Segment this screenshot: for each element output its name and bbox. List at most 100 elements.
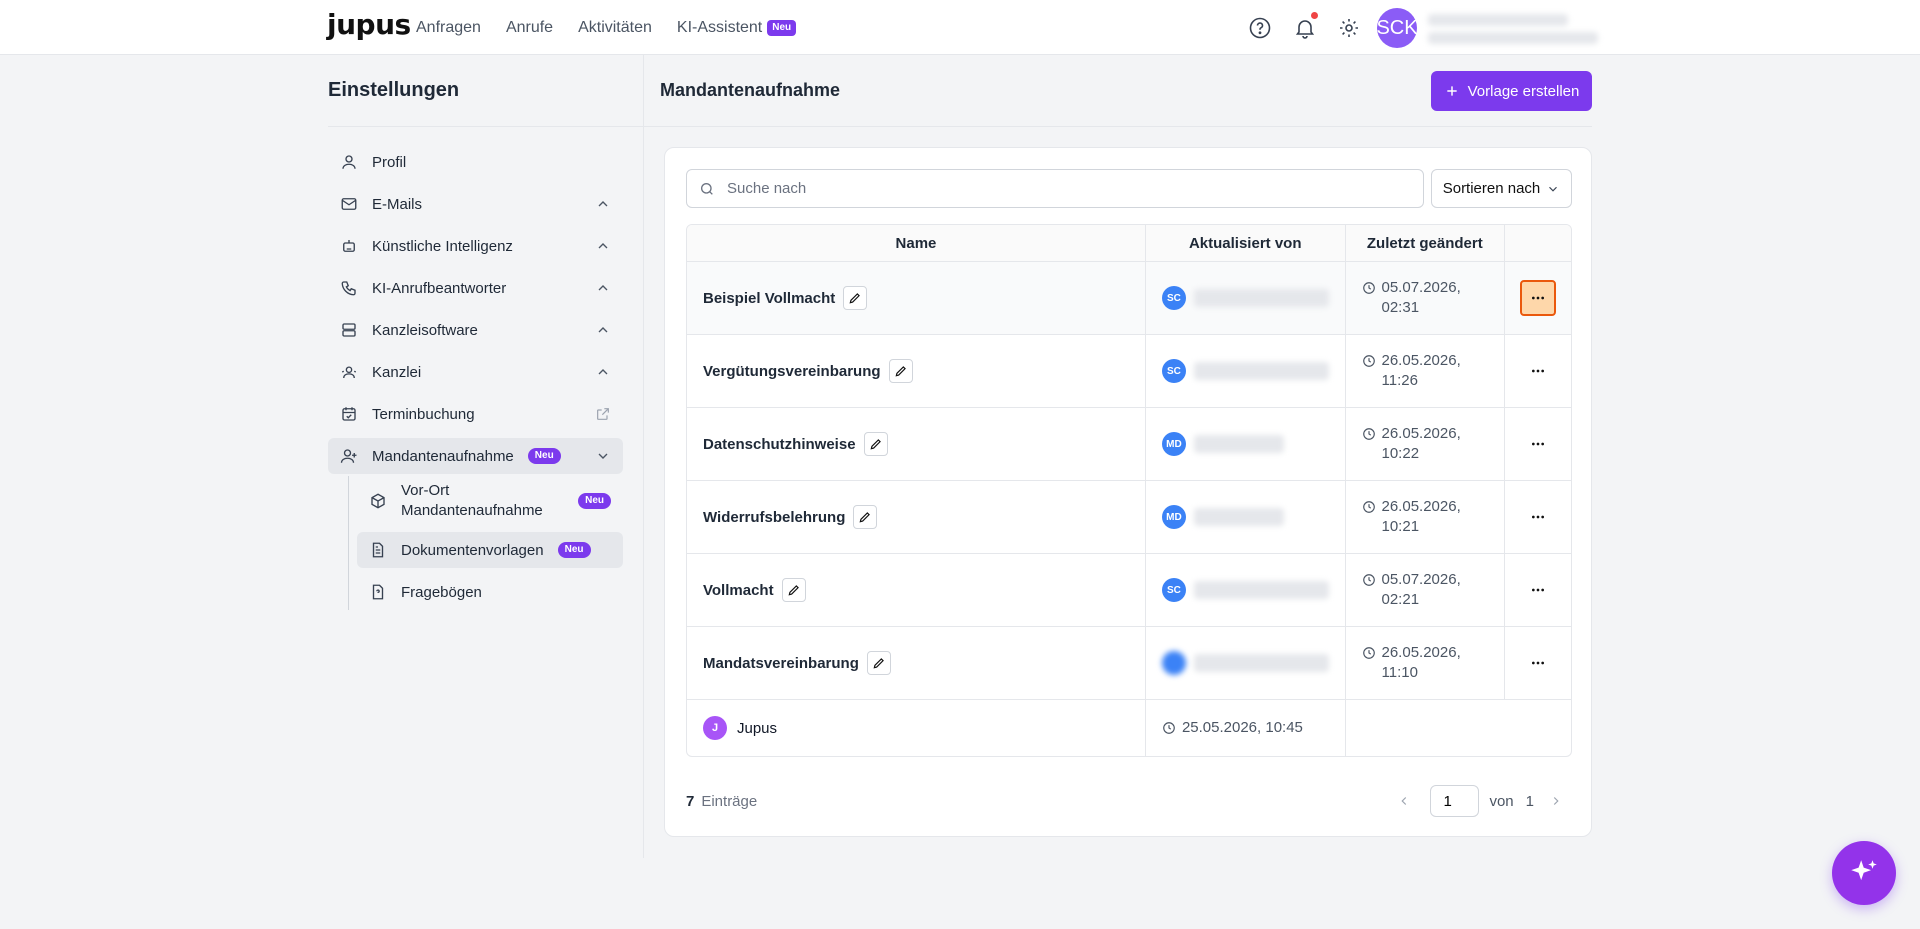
sidebar-subitem-vor-ort[interactable]: Vor-Ort Mandantenaufnahme Neu (357, 476, 623, 526)
table-row[interactable]: Beispiel Vollmacht SC 05.07.2026, 02:31 (687, 262, 1571, 335)
chevron-right-icon[interactable] (1540, 785, 1572, 817)
template-name[interactable]: Vergütungsvereinbarung (703, 363, 881, 380)
sidebar-subitem-dokumentenvorlagen[interactable]: Dokumentenvorlagen Neu (357, 532, 623, 568)
notification-dot (1311, 12, 1318, 19)
app-logo[interactable]: jupus (327, 8, 411, 41)
sidebar-item-terminbuchung[interactable]: Terminbuchung (328, 396, 623, 432)
date-text: 05.07.2026, (1381, 571, 1461, 588)
sidebar-item-kanzleisoftware[interactable]: Kanzleisoftware (328, 312, 623, 348)
redacted-user-name (1193, 654, 1329, 672)
nav-label: KI-Assistent (676, 18, 763, 36)
user-avatar: MD (1161, 505, 1186, 529)
sidebar-subitem-frageboegen[interactable]: Fragebögen (357, 574, 623, 610)
last-modified-cell: 26.05.2026, 11:10 (1346, 627, 1506, 699)
more-actions-button[interactable] (1520, 353, 1556, 389)
last-modified-cell: 26.05.2026, 10:21 (1346, 481, 1506, 553)
more-actions-button[interactable] (1520, 645, 1556, 681)
phone-icon (340, 279, 358, 297)
edit-name-button[interactable] (866, 651, 891, 675)
template-name[interactable]: Mandatsvereinbarung (703, 655, 859, 672)
sort-label: Sortieren nach (1442, 180, 1541, 197)
user-avatar[interactable]: SCK (1376, 8, 1418, 48)
chevron-left-icon[interactable] (1388, 785, 1420, 817)
templates-table: Name Aktualisiert von Zuletzt geändert B… (686, 224, 1572, 757)
name-cell: J Jupus (687, 700, 1146, 756)
datetime: 26.05.2026, 11:26 (1362, 351, 1461, 391)
user-avatar: SC (1161, 286, 1186, 310)
sidebar-item-anrufbeantworter[interactable]: KI-Anrufbeantworter (328, 270, 623, 306)
chevron-up-icon (595, 196, 611, 212)
nav-aktivitaeten[interactable]: Aktivitäten (578, 19, 652, 37)
template-name[interactable]: Beispiel Vollmacht (703, 290, 835, 307)
template-name[interactable]: Widerrufsbelehrung (703, 509, 845, 526)
table-row[interactable]: Vergütungsvereinbarung SC 26.05.2026, 11:… (687, 335, 1571, 408)
settings-menu: Profil E-Mails Künstliche Intelligenz KI… (328, 144, 623, 616)
ai-assistant-button[interactable] (1832, 841, 1896, 905)
ellipsis-icon (1532, 588, 1545, 592)
robot-icon (340, 237, 358, 255)
table-row[interactable]: Vollmacht SC 05.07.2026, 02:21 (687, 554, 1571, 627)
pencil-icon (788, 585, 799, 596)
sidebar-item-kanzlei[interactable]: Kanzlei (328, 354, 623, 390)
ellipsis-icon (1532, 369, 1545, 373)
help-icon[interactable] (1248, 16, 1272, 40)
clock-icon (1362, 428, 1375, 440)
date-text: 05.07.2026, (1381, 279, 1461, 296)
last-modified-cell: 26.05.2026, 11:26 (1346, 335, 1506, 407)
table-row[interactable]: Mandatsvereinbarung 26.05.2026, 11:10 (687, 627, 1571, 700)
updated-by-cell (1146, 627, 1346, 699)
sidebar-item-label: Mandantenaufnahme (372, 447, 514, 465)
sidebar-item-mandantenaufnahme[interactable]: Mandantenaufnahme Neu (328, 438, 623, 474)
page-total: 1 (1525, 792, 1534, 810)
column-header-last-modified[interactable]: Zuletzt geändert (1346, 225, 1506, 261)
datetime-text: 25.05.2026, 10:45 (1181, 719, 1303, 736)
redacted-user-name (1193, 289, 1329, 307)
create-template-button[interactable]: Vorlage erstellen (1431, 71, 1592, 111)
last-modified-cell: 05.07.2026, 02:31 (1346, 262, 1506, 334)
name-cell: Beispiel Vollmacht (687, 262, 1146, 334)
sidebar-item-label: Profil (372, 153, 407, 171)
table-row[interactable]: Widerrufsbelehrung MD 26.05.2026, 10:21 (687, 481, 1571, 554)
page-input[interactable] (1430, 785, 1480, 817)
template-name[interactable]: Vollmacht (703, 582, 774, 599)
name-cell: Datenschutzhinweise (687, 408, 1146, 480)
nav-ki-assistent[interactable]: KI-Assistent Neu (676, 18, 797, 37)
page-of-label: von (1489, 792, 1514, 810)
more-actions-button[interactable] (1520, 426, 1556, 462)
nav-label: Anfragen (416, 18, 481, 36)
nav-anrufe[interactable]: Anrufe (506, 19, 553, 37)
entry-count: 7 (686, 792, 695, 810)
template-name[interactable]: Datenschutzhinweise (703, 436, 856, 453)
time-text: 02:31 (1381, 299, 1420, 316)
templates-card: Sortieren nach Name Aktualisiert von Zul… (664, 147, 1592, 837)
sidebar-item-ki[interactable]: Künstliche Intelligenz (328, 228, 623, 264)
column-header-updated-by[interactable]: Aktualisiert von (1146, 225, 1346, 261)
edit-name-button[interactable] (853, 505, 878, 529)
table-row[interactable]: J Jupus 25.05.2026, 10:45 (687, 700, 1571, 756)
edit-name-button[interactable] (781, 578, 806, 602)
sidebar-item-emails[interactable]: E-Mails (328, 186, 623, 222)
clock-icon (1362, 501, 1375, 513)
column-header-actions (1505, 225, 1571, 261)
search-input[interactable] (727, 180, 1407, 197)
edit-name-button[interactable] (888, 359, 913, 383)
sidebar-item-label: Vor-Ort Mandantenaufnahme (401, 482, 543, 519)
column-divider (643, 55, 644, 858)
time-text: 02:21 (1381, 591, 1420, 608)
sort-dropdown[interactable]: Sortieren nach (1431, 169, 1572, 208)
more-actions-button[interactable] (1520, 499, 1556, 535)
edit-name-button[interactable] (863, 432, 888, 456)
column-header-name[interactable]: Name (687, 225, 1146, 261)
table-row[interactable]: Datenschutzhinweise MD 26.05.2026, 10:22 (687, 408, 1571, 481)
ellipsis-icon (1532, 515, 1545, 519)
redacted-user-name (1428, 14, 1568, 26)
gear-icon[interactable] (1337, 16, 1361, 40)
sidebar-item-profil[interactable]: Profil (328, 144, 623, 180)
time-text: 11:26 (1381, 372, 1418, 389)
more-actions-button[interactable] (1520, 280, 1557, 316)
bell-icon[interactable] (1293, 16, 1317, 40)
more-actions-button[interactable] (1520, 572, 1556, 608)
edit-name-button[interactable] (843, 286, 868, 310)
nav-anfragen[interactable]: Anfragen (416, 19, 481, 37)
last-modified-cell: 05.07.2026, 02:21 (1346, 554, 1506, 626)
